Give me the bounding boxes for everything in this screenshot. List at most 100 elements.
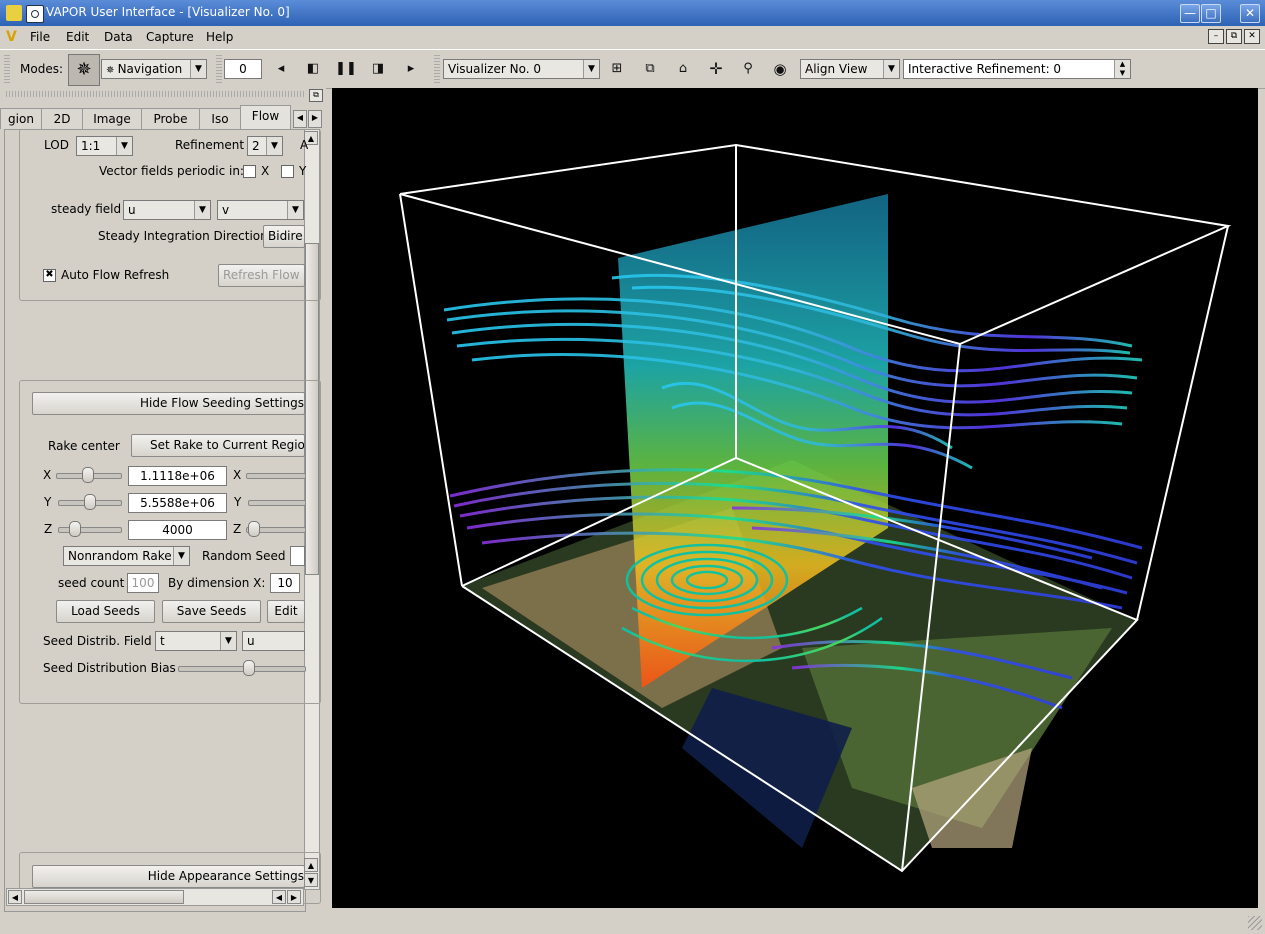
scroll-left-icon[interactable]: ◀ bbox=[8, 890, 22, 904]
rake-y2-slider[interactable] bbox=[248, 500, 306, 506]
seed-count-input[interactable]: 100 bbox=[127, 573, 159, 593]
eye-icon[interactable]: ◉ bbox=[769, 58, 791, 80]
rake-x2-slider[interactable] bbox=[246, 473, 306, 479]
rake-z2-slider-thumb[interactable] bbox=[248, 521, 260, 537]
lod-select[interactable]: 1:1 ▼ bbox=[76, 136, 133, 156]
frame-number-input[interactable]: 0 bbox=[224, 59, 262, 79]
rake-x-slider-thumb[interactable] bbox=[82, 467, 94, 483]
toolbar-grip[interactable] bbox=[4, 55, 10, 83]
rake-type-select[interactable]: Nonrandom Rake ▼ bbox=[63, 546, 190, 566]
menu-capture[interactable]: Capture bbox=[146, 30, 194, 44]
rake-z-slider-thumb[interactable] bbox=[69, 521, 81, 537]
play-forward-icon[interactable]: ◨ bbox=[367, 58, 389, 80]
distrib-bias-slider[interactable] bbox=[178, 666, 306, 672]
scroll-left-icon[interactable]: ◀ bbox=[272, 890, 286, 904]
menu-edit[interactable]: Edit bbox=[66, 30, 89, 44]
float-panel-icon[interactable]: ⧉ bbox=[309, 89, 323, 102]
view-all-icon[interactable]: ✛ bbox=[705, 58, 727, 80]
tab-image[interactable]: Image bbox=[82, 108, 142, 129]
periodic-label: Vector fields periodic in: bbox=[99, 164, 244, 178]
navigation-mode-icon[interactable]: ✵ bbox=[68, 54, 100, 86]
toolbar-grip[interactable] bbox=[216, 55, 222, 83]
align-view-select[interactable]: Align View ▼ bbox=[800, 59, 900, 79]
steady-field-1-select[interactable]: u ▼ bbox=[123, 200, 211, 220]
zoom-icon[interactable]: ⚲ bbox=[737, 58, 759, 80]
mode-select[interactable]: ✵ Navigation ▼ bbox=[101, 59, 207, 79]
periodic-x-checkbox[interactable] bbox=[243, 165, 256, 178]
hide-flow-seeding-button[interactable]: Hide Flow Seeding Settings bbox=[32, 392, 305, 415]
integration-direction-select[interactable]: Bidire bbox=[263, 225, 305, 248]
lod-label: LOD bbox=[44, 138, 69, 152]
tab-scroll-right-icon[interactable]: ▶ bbox=[308, 110, 322, 128]
refinement-select[interactable]: 2 ▼ bbox=[247, 136, 283, 156]
minimize-button[interactable]: — bbox=[1180, 4, 1200, 23]
set-rake-button[interactable]: Set Rake to Current Region bbox=[131, 434, 305, 457]
distrib-field-2-select[interactable]: u bbox=[242, 631, 305, 651]
rake-x-input[interactable]: 1.1118e+06 bbox=[128, 466, 227, 486]
interactive-refinement-spinbox[interactable]: Interactive Refinement: 0 ▲ ▼ bbox=[903, 59, 1131, 79]
rake-y2-label: Y bbox=[234, 495, 242, 509]
panel-grip[interactable] bbox=[6, 91, 306, 97]
resize-grip-icon[interactable] bbox=[1248, 916, 1262, 930]
seeding-group bbox=[19, 380, 321, 704]
pause-icon[interactable]: ❚❚ bbox=[335, 58, 357, 80]
edit-seeds-button[interactable]: Edit bbox=[267, 600, 305, 623]
window-menu-icon[interactable] bbox=[26, 5, 44, 23]
menu-data[interactable]: Data bbox=[104, 30, 133, 44]
mdi-restore-button[interactable]: ⧉ bbox=[1226, 29, 1242, 44]
dimension-x-input[interactable]: 10 bbox=[270, 573, 300, 593]
tab-iso[interactable]: Iso bbox=[199, 108, 241, 129]
periodic-y-checkbox[interactable] bbox=[281, 165, 294, 178]
home-icon[interactable]: ⌂ bbox=[672, 58, 694, 80]
flow-visualization[interactable] bbox=[332, 88, 1258, 908]
rake-y-slider-thumb[interactable] bbox=[84, 494, 96, 510]
menu-file[interactable]: File bbox=[30, 30, 50, 44]
load-seeds-button[interactable]: Load Seeds bbox=[56, 600, 155, 623]
close-button[interactable]: ✕ bbox=[1240, 4, 1260, 23]
tab-scroll-left-icon[interactable]: ◀ bbox=[293, 110, 307, 128]
align-view-value: Align View bbox=[805, 62, 868, 76]
lod-value: 1:1 bbox=[81, 139, 101, 153]
hide-appearance-button[interactable]: Hide Appearance Settings bbox=[32, 865, 305, 888]
tab-region[interactable]: gion bbox=[0, 108, 42, 129]
distrib-bias-slider-thumb[interactable] bbox=[243, 660, 255, 676]
distrib-bias-label: Seed Distribution Bias bbox=[43, 661, 176, 675]
tab-flow[interactable]: Flow bbox=[240, 105, 291, 129]
scroll-right-icon[interactable]: ▶ bbox=[287, 890, 301, 904]
rake-z-slider[interactable] bbox=[58, 527, 122, 533]
auto-flow-refresh-checkbox[interactable]: ✖ bbox=[43, 269, 56, 282]
minimize-icon: — bbox=[1184, 6, 1196, 20]
menu-help[interactable]: Help bbox=[206, 30, 233, 44]
maximize-icon: □ bbox=[1205, 6, 1217, 20]
step-forward-icon[interactable]: ▸ bbox=[400, 58, 422, 80]
steady-field-2-select[interactable]: v ▼ bbox=[217, 200, 304, 220]
vapor-logo-icon[interactable] bbox=[6, 5, 22, 21]
random-seed-input[interactable] bbox=[290, 546, 305, 566]
mdi-minimize-button[interactable]: – bbox=[1208, 29, 1224, 44]
chevron-down-icon: ▼ bbox=[287, 201, 303, 219]
refresh-flow-button[interactable]: Refresh Flow bbox=[218, 264, 305, 287]
visualizer-select-value: Visualizer No. 0 bbox=[448, 62, 541, 76]
mdi-close-button[interactable]: ✕ bbox=[1244, 29, 1260, 44]
chevron-down-icon: ▼ bbox=[883, 60, 899, 78]
toolbar-grip[interactable] bbox=[434, 55, 440, 83]
step-back-icon[interactable]: ◂ bbox=[270, 58, 292, 80]
spin-arrows-icon[interactable]: ▲ ▼ bbox=[1114, 60, 1130, 78]
visualizer-viewport[interactable] bbox=[332, 88, 1258, 908]
cascade-icon[interactable]: ⧉ bbox=[639, 58, 661, 80]
menu-bar: V File Edit Data Capture Help – ⧉ ✕ bbox=[0, 26, 1265, 48]
maximize-button[interactable]: □ bbox=[1201, 4, 1221, 23]
tab-probe[interactable]: Probe bbox=[141, 108, 200, 129]
visualizer-select[interactable]: Visualizer No. 0 ▼ bbox=[443, 59, 600, 79]
play-back-icon[interactable]: ◧ bbox=[302, 58, 324, 80]
save-seeds-button[interactable]: Save Seeds bbox=[162, 600, 261, 623]
rake-z-input[interactable]: 4000 bbox=[128, 520, 227, 540]
random-seed-label: Random Seed bbox=[202, 549, 286, 563]
clipped-label: A bbox=[300, 138, 309, 152]
distrib-field-1-select[interactable]: t ▼ bbox=[155, 631, 237, 651]
tab-2d[interactable]: 2D bbox=[41, 108, 83, 129]
seed-count-label: seed count bbox=[58, 576, 125, 590]
tile-icon[interactable]: ⊞ bbox=[606, 58, 628, 80]
h-scroll-thumb[interactable] bbox=[24, 890, 184, 904]
rake-y-input[interactable]: 5.5588e+06 bbox=[128, 493, 227, 513]
